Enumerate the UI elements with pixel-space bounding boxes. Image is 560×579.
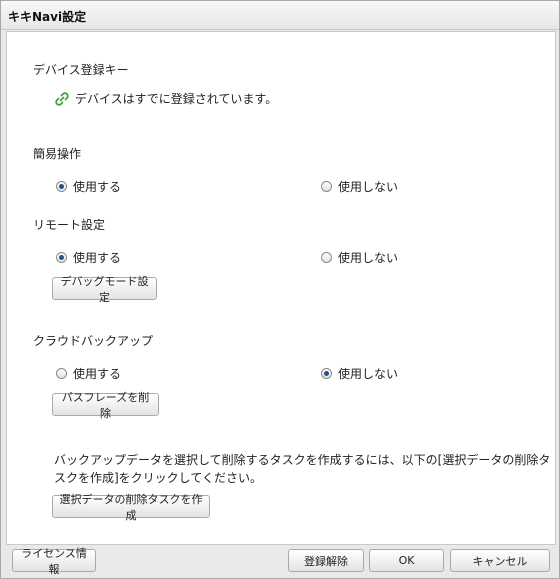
- radio-checked-icon: [56, 252, 67, 263]
- window-title: キキNavi設定: [8, 10, 87, 24]
- radio-label: 使用する: [73, 180, 122, 194]
- simple-operation-not-use-radio[interactable]: 使用しない: [321, 178, 398, 195]
- radio-checked-icon: [56, 181, 67, 192]
- unregister-button[interactable]: 登録解除: [288, 549, 364, 572]
- create-delete-task-button[interactable]: 選択データの削除タスクを作成: [52, 493, 210, 522]
- radio-label: 使用しない: [338, 367, 399, 381]
- debug-mode-settings-button[interactable]: デバッグモード設定: [52, 275, 157, 304]
- radio-unchecked-icon: [321, 252, 332, 263]
- radio-unchecked-icon: [321, 181, 332, 192]
- radio-unchecked-icon: [56, 368, 67, 379]
- radio-label: 使用する: [73, 367, 122, 381]
- title-bar: キキNavi設定: [1, 1, 559, 30]
- link-icon: [55, 91, 69, 106]
- remote-settings-use-radio[interactable]: 使用する: [56, 249, 121, 266]
- license-info-button[interactable]: ライセンス情報: [12, 547, 96, 576]
- device-status: デバイスはすでに登録されています。: [54, 90, 277, 107]
- simple-operation-use-radio[interactable]: 使用する: [56, 178, 121, 195]
- settings-panel: デバイス登録キー デバイスはすでに登録されています。 簡易操作 使用する 使用し…: [6, 31, 556, 545]
- device-status-text: デバイスはすでに登録されています。: [75, 92, 278, 106]
- simple-operation-heading: 簡易操作: [33, 147, 82, 161]
- cancel-button[interactable]: キャンセル: [450, 549, 550, 572]
- cloud-backup-heading: クラウドバックアップ: [33, 334, 154, 348]
- remote-settings-heading: リモート設定: [33, 218, 106, 232]
- backup-delete-instructions: バックアップデータを選択して削除するタスクを作成するには、以下の[選択データの削…: [54, 453, 551, 485]
- radio-label: 使用しない: [338, 251, 399, 265]
- cloud-backup-not-use-radio[interactable]: 使用しない: [321, 365, 398, 382]
- radio-label: 使用する: [73, 251, 122, 265]
- cloud-backup-use-radio[interactable]: 使用する: [56, 365, 121, 382]
- settings-dialog: キキNavi設定 デバイス登録キー デバイスはすでに登録されています。 簡易操作…: [0, 0, 560, 579]
- radio-label: 使用しない: [338, 180, 399, 194]
- delete-passphrase-button[interactable]: パスフレーズを削除: [52, 391, 159, 420]
- device-key-heading: デバイス登録キー: [33, 63, 129, 77]
- remote-settings-not-use-radio[interactable]: 使用しない: [321, 249, 398, 266]
- radio-checked-icon: [321, 368, 332, 379]
- ok-button[interactable]: OK: [369, 549, 444, 572]
